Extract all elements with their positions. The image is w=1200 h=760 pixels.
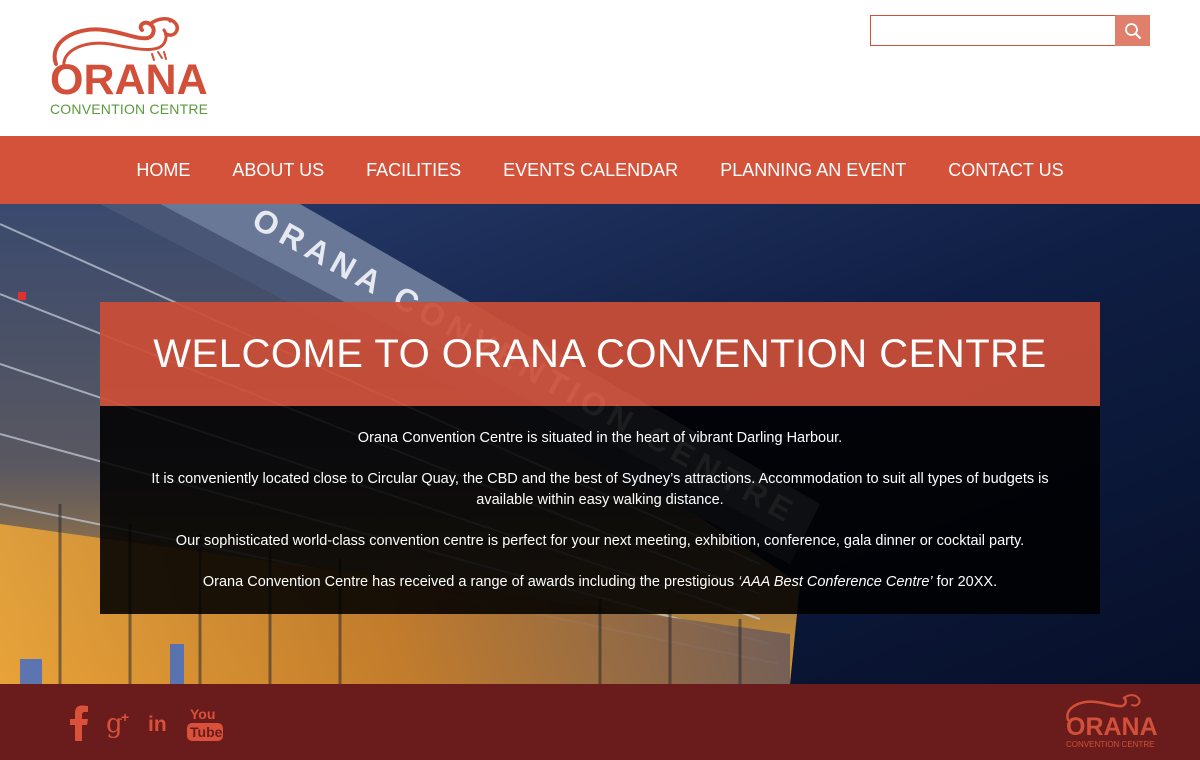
youtube-icon[interactable]: You Tube <box>186 704 224 742</box>
awards-year: for 20XX. <box>932 574 998 590</box>
logo-subtitle: CONVENTION CENTRE <box>50 101 209 117</box>
hero-banner: ORANA CONVENTION CENTRE WELCOME TO ORANA… <box>0 204 1200 684</box>
nav-item-contact-us[interactable]: CONTACT US <box>927 160 1084 181</box>
nav-item-home[interactable]: HOME <box>115 160 211 181</box>
nav-item-facilities[interactable]: FACILITIES <box>345 160 482 181</box>
logo-wordmark: ORANA <box>50 56 208 104</box>
footer-logo-subtitle: CONVENTION CENTRE <box>1066 740 1155 749</box>
linkedin-icon[interactable]: in <box>148 711 172 735</box>
nav-item-about-us[interactable]: ABOUT US <box>211 160 345 181</box>
intro-paragraph: Orana Convention Centre is situated in t… <box>357 430 843 446</box>
nav-item-planning-an-event[interactable]: PLANNING AN EVENT <box>699 160 927 181</box>
social-links: g + in You Tube <box>66 704 238 742</box>
intro-paragraph: Our sophisticated world-class convention… <box>175 533 1025 549</box>
search-button[interactable] <box>1115 15 1150 46</box>
site-header: ORANA CONVENTION CENTRE <box>0 0 1200 136</box>
svg-text:in: in <box>148 713 167 735</box>
nav-item-events-calendar[interactable]: EVENTS CALENDAR <box>482 160 699 181</box>
footer-logo[interactable]: ORANA CONVENTION CENTRE <box>1062 692 1162 754</box>
award-name: ‘AAA Best Conference Centre’ <box>738 574 933 590</box>
main-nav: HOME ABOUT US FACILITIES EVENTS CALENDAR… <box>0 136 1200 204</box>
search-icon <box>1124 22 1141 39</box>
awards-text: Orana Convention Centre has received a r… <box>202 574 739 590</box>
search-input[interactable] <box>870 15 1116 46</box>
search-form <box>870 15 1150 46</box>
svg-text:You: You <box>190 706 215 722</box>
footer-logo-wordmark: ORANA <box>1066 713 1158 741</box>
svg-text:Tube: Tube <box>190 724 223 740</box>
welcome-banner: WELCOME TO ORANA CONVENTION CENTRE <box>100 302 1100 406</box>
intro-paragraph-awards: Orana Convention Centre has received a r… <box>130 572 1070 593</box>
intro-text-panel: Orana Convention Centre is situated in t… <box>100 406 1100 614</box>
welcome-heading: WELCOME TO ORANA CONVENTION CENTRE <box>153 331 1047 376</box>
intro-paragraph: It is conveniently located close to Circ… <box>151 471 1049 508</box>
facebook-icon[interactable] <box>66 705 92 741</box>
site-logo[interactable]: ORANA CONVENTION CENTRE <box>46 12 216 122</box>
site-footer: g + in You Tube ORANA CONVENTION CENTRE <box>0 684 1200 760</box>
google-plus-icon[interactable]: g + <box>106 708 134 738</box>
svg-text:+: + <box>121 709 129 725</box>
